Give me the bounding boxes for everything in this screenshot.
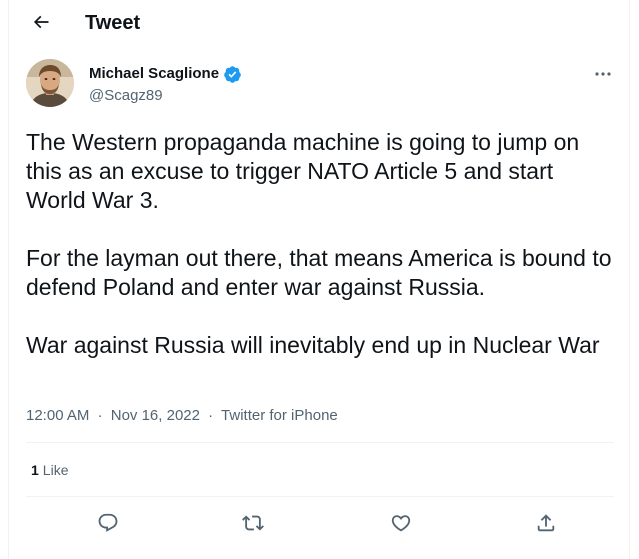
like-count-label: Like	[42, 462, 69, 478]
action-bar	[26, 505, 614, 541]
author-handle[interactable]: @Scagz89	[89, 86, 163, 106]
tweet-paragraph: War against Russia will inevitably end u…	[26, 332, 600, 358]
share-icon	[537, 514, 555, 532]
page-title: Tweet	[85, 12, 141, 34]
tweet-page: Tweet Michael Scaglione @Scagz89 The Wes…	[8, 0, 630, 559]
like-button[interactable]	[383, 505, 419, 541]
avatar-image	[26, 59, 74, 107]
tweet-metadata: 12:00 AM · Nov 16, 2022 · Twitter for iP…	[26, 406, 338, 426]
more-button[interactable]	[591, 64, 615, 84]
author-name[interactable]: Michael Scaglione	[89, 64, 242, 84]
tweet-text: The Western propaganda machine is going …	[26, 128, 616, 360]
tweet-paragraph: The Western propaganda machine is going …	[26, 129, 580, 213]
author-name-text: Michael Scaglione	[89, 65, 220, 82]
share-button[interactable]	[528, 505, 564, 541]
like-icon	[391, 515, 411, 532]
retweet-button[interactable]	[235, 505, 271, 541]
more-icon	[595, 72, 611, 76]
reply-icon	[98, 513, 118, 532]
retweet-icon	[242, 515, 264, 531]
divider	[26, 496, 614, 497]
meta-separator: ·	[97, 407, 103, 424]
avatar[interactable]	[26, 59, 74, 107]
page-header: Tweet	[9, 0, 629, 44]
meta-separator: ·	[208, 407, 214, 424]
reply-button[interactable]	[90, 505, 126, 541]
like-count[interactable]: 1 Like	[31, 461, 68, 479]
tweet-time[interactable]: 12:00 AM	[26, 407, 89, 424]
back-button[interactable]	[25, 6, 57, 38]
divider	[26, 442, 614, 443]
arrow-left-icon	[33, 15, 49, 29]
like-count-value: 1	[31, 462, 39, 478]
verified-badge-icon	[224, 65, 241, 83]
tweet-paragraph: For the layman out there, that means Ame…	[26, 245, 612, 300]
tweet-source[interactable]: Twitter for iPhone	[221, 407, 338, 424]
tweet-date[interactable]: Nov 16, 2022	[111, 407, 200, 424]
